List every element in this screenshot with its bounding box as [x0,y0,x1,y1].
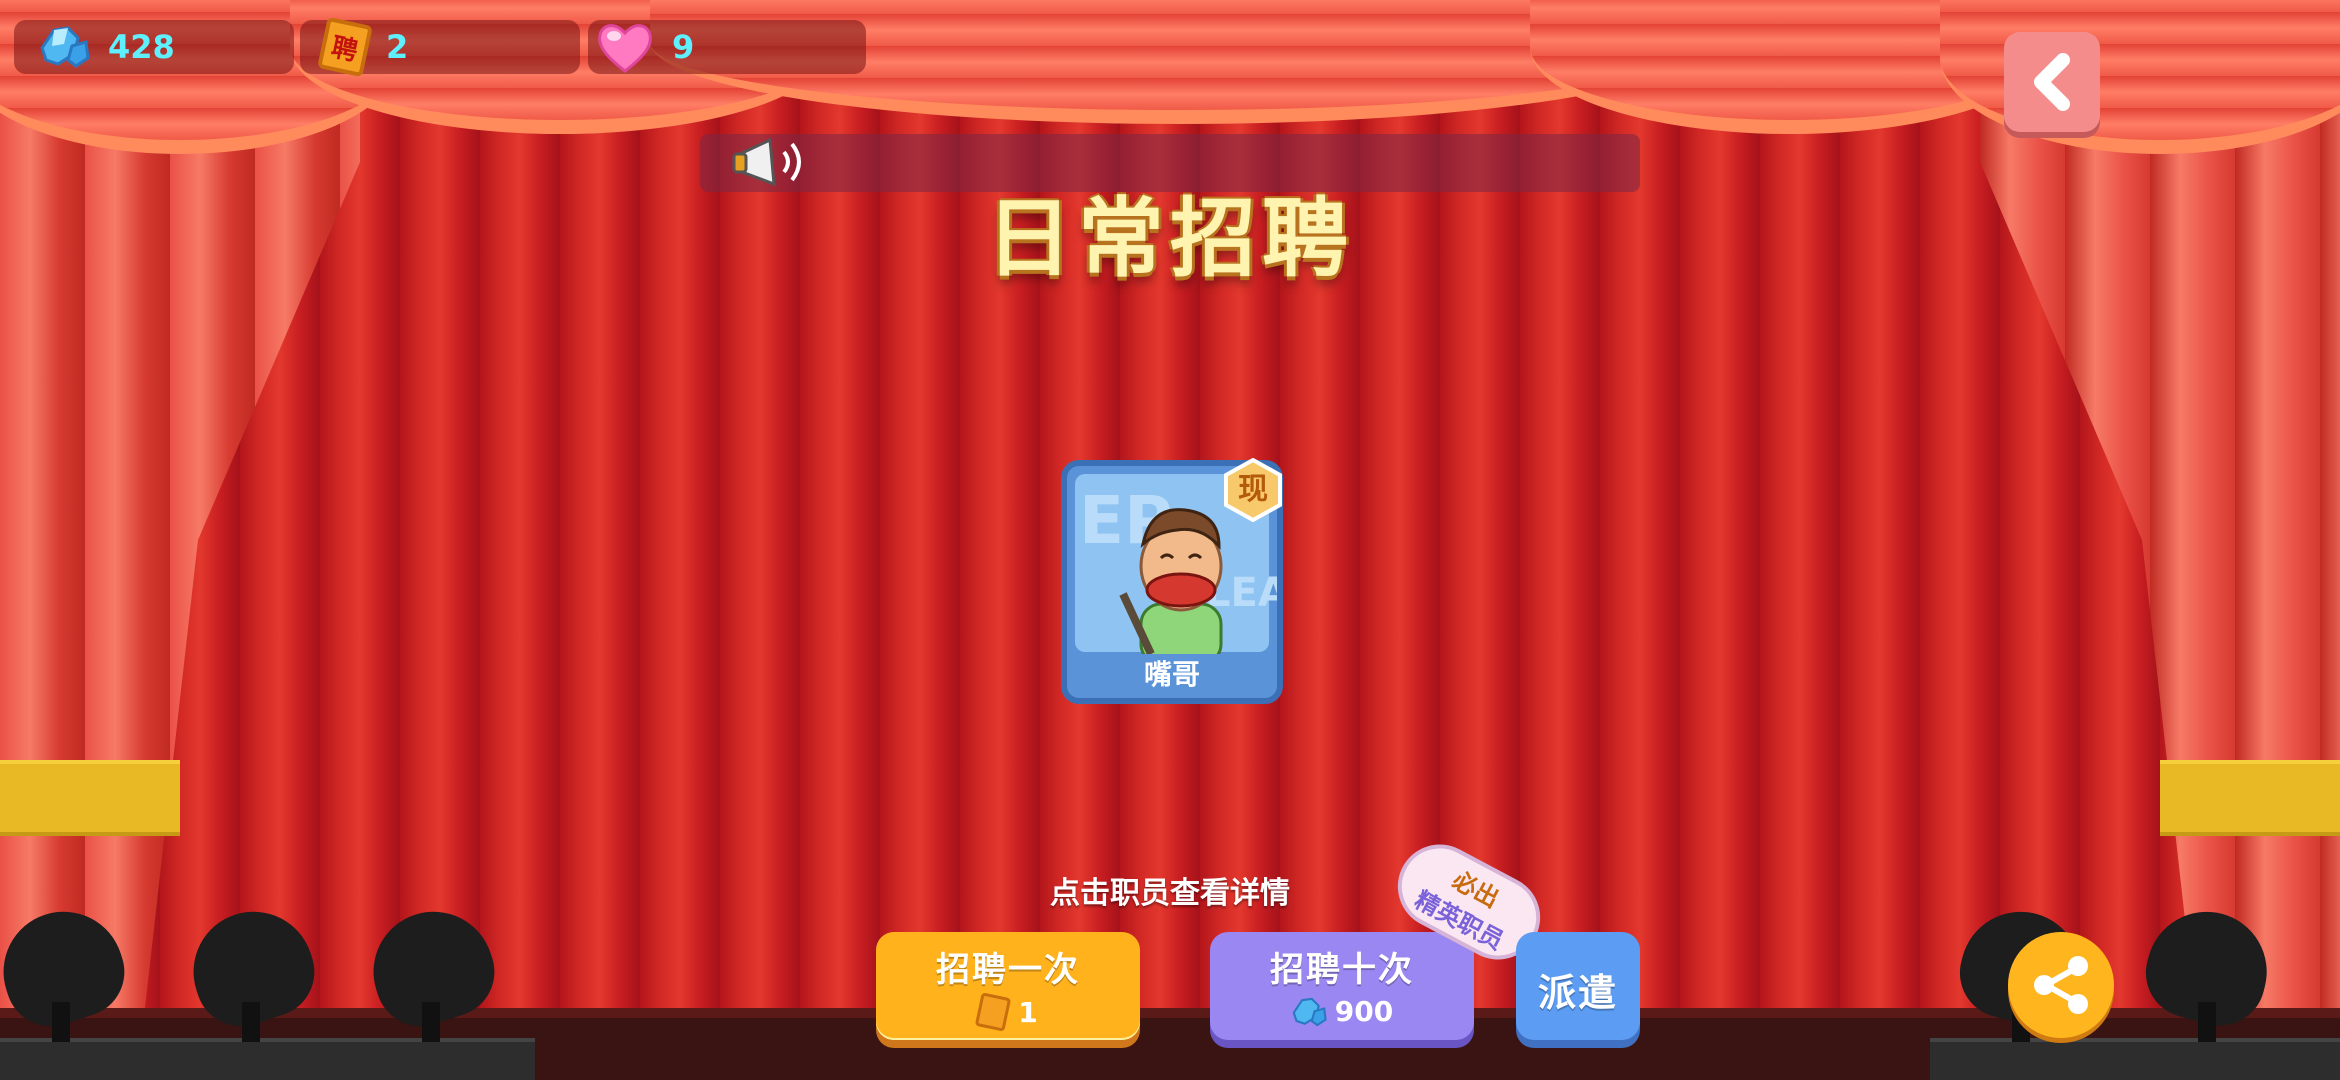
heart-count: 9 [672,28,695,66]
page-title: 日常招聘 [986,189,1354,289]
hint-text: 点击职员查看详情 [1050,876,1290,911]
gem-counter: 428 [14,20,294,74]
rarity-badge-label: 现 [1238,472,1268,507]
recruit-once-cost: 1 [876,992,1140,1032]
rarity-badge: 现 [1222,457,1284,523]
back-button[interactable] [2004,32,2100,132]
recruit-ten-label: 招聘十次 [1270,950,1414,990]
curtain-tieback-left [0,760,180,836]
gem-icon [38,24,90,70]
footlight [2135,898,2281,1042]
ticket-counter: 聘 2 [300,16,580,78]
footlight [177,896,327,1042]
footlight-base-left [0,1038,535,1080]
recruit-ten-button[interactable]: 招聘十次 900 [1210,932,1474,1040]
curtain-tieback-right [2160,760,2340,836]
employee-name: 嘴哥 [1143,658,1200,691]
ticket-icon [975,992,1012,1032]
recruit-once-cost-value: 1 [1018,995,1038,1029]
heart-counter: 9 [588,20,866,74]
ticket-count: 2 [386,28,409,66]
recruit-ten-cost-value: 900 [1334,995,1394,1028]
dispatch-label: 派遣 [1537,971,1618,1015]
gem-count: 428 [108,28,175,66]
gem-icon [1292,997,1327,1026]
recruit-once-label: 招聘一次 [936,950,1080,990]
back-arrow-icon [2034,53,2070,111]
footlight-base-right [1930,1038,2340,1080]
dispatch-button[interactable]: 派遣 [1516,932,1640,1040]
recruit-once-button[interactable]: 招聘一次 1 [876,932,1140,1040]
footlight [0,896,137,1042]
share-button[interactable] [2008,932,2114,1038]
footlight [357,896,507,1042]
share-icon [2034,956,2088,1014]
ticket-icon: 聘 [317,16,373,78]
heart-icon [596,19,654,75]
recruit-ten-cost: 900 [1210,995,1474,1028]
